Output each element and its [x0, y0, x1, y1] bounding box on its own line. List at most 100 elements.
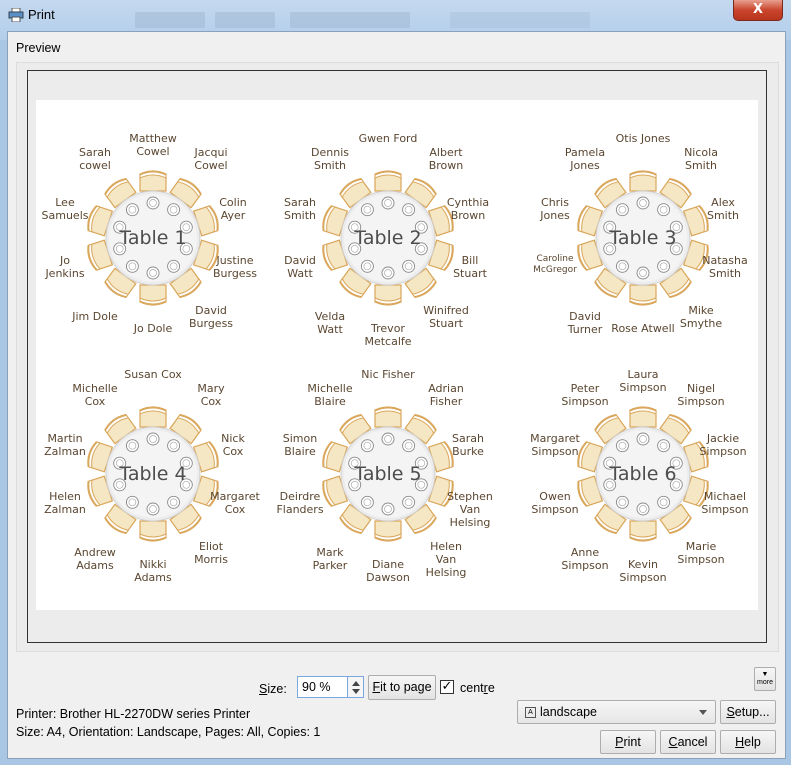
round-table — [340, 190, 436, 286]
guest-name: Jackie Simpson — [699, 432, 747, 458]
guest-name: Eliot Morris — [194, 540, 228, 566]
place-setting — [113, 456, 127, 470]
chevron-down-icon: ▼ — [761, 671, 769, 678]
orientation-select[interactable]: A landscape — [517, 700, 716, 724]
chair — [87, 239, 114, 271]
guest-name: Michelle Blaire — [307, 382, 353, 408]
chair — [169, 503, 202, 535]
orientation-value: landscape — [540, 705, 597, 719]
place-setting — [603, 478, 617, 492]
guest-name: Matthew Cowel — [129, 132, 177, 158]
guest-name: Justine Burgess — [212, 254, 258, 280]
place-setting — [402, 203, 416, 217]
guest-name: David Watt — [284, 254, 316, 280]
guest-name: Margaret Cox — [210, 490, 260, 516]
place-setting — [381, 196, 395, 210]
place-setting — [125, 495, 139, 509]
setup-button[interactable]: Setup... — [720, 700, 776, 724]
guest-name: Diane Dawson — [366, 558, 410, 584]
table-label: Table 1 — [119, 227, 187, 249]
table-label: Table 5 — [354, 463, 422, 485]
place-setting — [657, 495, 671, 509]
chair — [594, 177, 627, 209]
more-button[interactable]: ▼ more — [754, 667, 776, 691]
close-button[interactable]: X — [733, 0, 783, 21]
place-setting — [603, 242, 617, 256]
chair — [322, 441, 349, 473]
guest-name: Adrian Fisher — [428, 382, 464, 408]
guest-name: Gwen Ford — [358, 132, 418, 145]
chair — [104, 413, 137, 445]
guest-name: Kevin Simpson — [619, 558, 667, 584]
place-setting — [657, 259, 671, 273]
table-label: Table 2 — [354, 227, 422, 249]
guest-name: Caroline McGregor — [533, 254, 577, 275]
chair — [594, 413, 627, 445]
print-button[interactable]: Print — [600, 730, 656, 754]
fit-to-page-button[interactable]: Fit to page — [368, 675, 436, 700]
guest-name: Mike Smythe — [679, 304, 723, 330]
size-spinner[interactable] — [348, 676, 364, 698]
place-setting — [360, 203, 374, 217]
round-table — [340, 426, 436, 522]
centre-label[interactable]: centre — [460, 681, 495, 695]
guest-name: Michael Simpson — [701, 490, 749, 516]
guest-name: Mark Parker — [312, 546, 348, 572]
place-setting — [113, 220, 127, 234]
guest-name: Nicola Smith — [684, 146, 718, 172]
place-setting — [636, 266, 650, 280]
chair — [139, 520, 167, 542]
dropdown-arrow-icon — [699, 710, 707, 715]
close-icon: X — [752, 2, 764, 17]
chair — [577, 239, 604, 271]
spin-up-icon[interactable] — [352, 681, 360, 686]
guest-name: Jo Jenkins — [45, 254, 85, 280]
place-setting — [360, 439, 374, 453]
guest-name: Helen Zalman — [44, 490, 86, 516]
place-setting — [146, 502, 160, 516]
chair — [87, 205, 114, 237]
guest-name: Natasha Smith — [702, 254, 748, 280]
job-info: Size: A4, Orientation: Landscape, Pages:… — [16, 725, 321, 739]
round-table — [595, 426, 691, 522]
table-label: Table 3 — [609, 227, 677, 249]
chair — [192, 441, 219, 473]
guest-name: David Burgess — [188, 304, 234, 330]
help-button[interactable]: Help — [720, 730, 776, 754]
table-label: Table 4 — [119, 463, 187, 485]
place-setting — [615, 203, 629, 217]
guest-name: Trevor Metcalfe — [364, 322, 412, 348]
chair — [404, 177, 437, 209]
place-setting — [669, 220, 683, 234]
chair — [104, 267, 137, 299]
chair — [404, 413, 437, 445]
centre-checkbox[interactable]: ✓ — [440, 680, 454, 694]
place-setting — [167, 259, 181, 273]
place-setting — [146, 266, 160, 280]
chair — [104, 503, 137, 535]
preview-group: Table 1 Matthew Cowel Jacqui Cowel Colin Ayer J… — [16, 62, 779, 652]
place-setting — [657, 203, 671, 217]
place-setting — [402, 495, 416, 509]
seating-plan-graphic — [87, 170, 709, 542]
place-setting — [360, 495, 374, 509]
guest-name: Albert Brown — [428, 146, 464, 172]
round-table — [595, 190, 691, 286]
guest-name: Dennis Smith — [311, 146, 349, 172]
guest-name: Sarah Burke — [452, 432, 484, 458]
preview-frame[interactable]: Table 1 Matthew Cowel Jacqui Cowel Colin Ayer J… — [27, 70, 767, 643]
chair — [427, 239, 454, 271]
chair — [339, 267, 372, 299]
size-input[interactable] — [297, 676, 348, 698]
place-setting — [167, 439, 181, 453]
chair — [629, 284, 657, 306]
table-group — [577, 170, 709, 306]
dialog-body: Preview Table 1 Matthew Cowel Jacqui Cowel Co… — [7, 31, 786, 759]
place-setting — [381, 432, 395, 446]
spin-down-icon[interactable] — [352, 689, 360, 694]
guest-name: Nic Fisher — [361, 368, 415, 381]
guest-name: Sarah cowel — [79, 146, 111, 172]
place-setting — [179, 242, 193, 256]
guest-name: Chris Jones — [540, 196, 570, 222]
cancel-button[interactable]: Cancel — [660, 730, 716, 754]
